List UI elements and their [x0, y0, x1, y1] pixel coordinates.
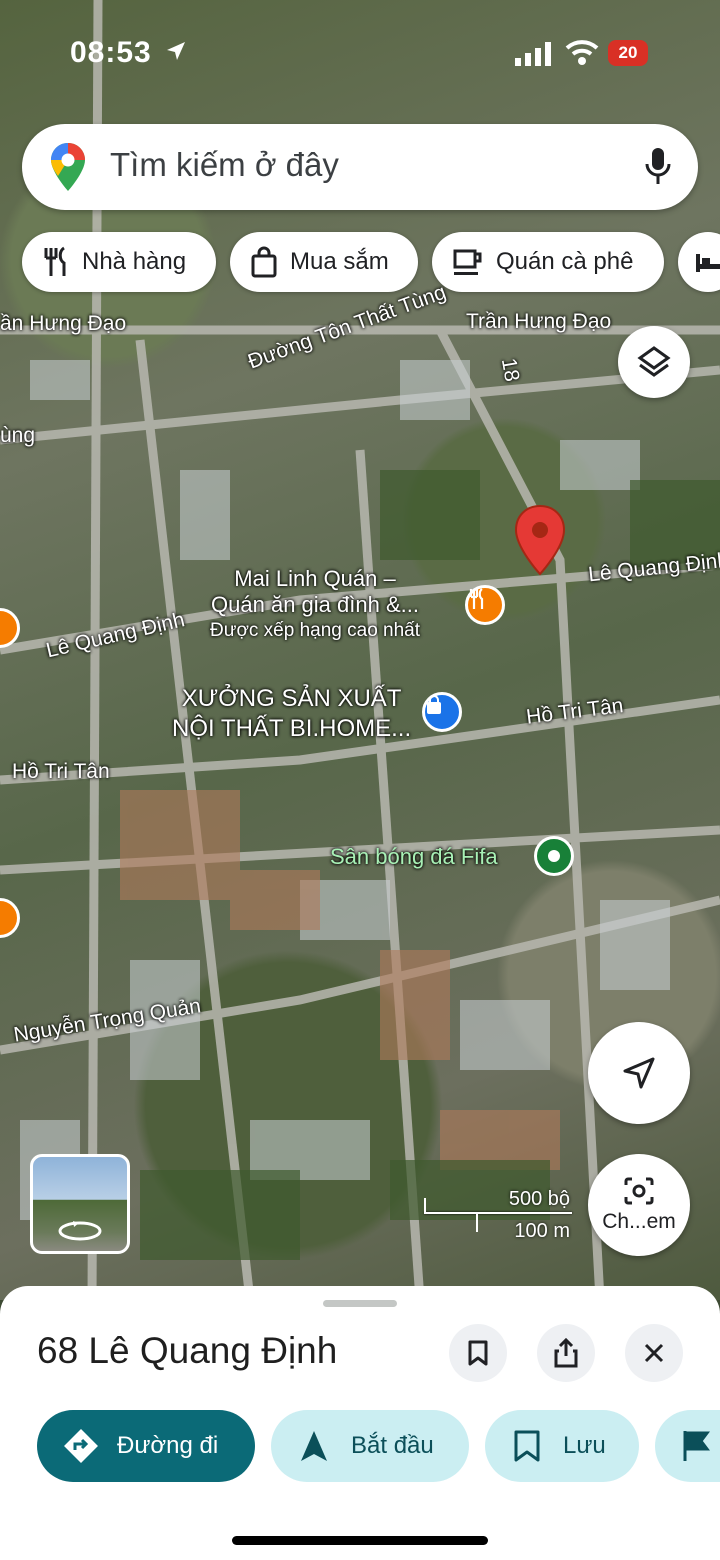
share-button[interactable]	[537, 1324, 595, 1382]
street-label: Hồ Tri Tân	[12, 760, 110, 783]
poi-shop-label[interactable]: XƯỞNG SẢN XUẤT NỘI THẤT BI.HOME...	[172, 684, 411, 744]
search-input[interactable]: Tìm kiếm ở đây	[110, 146, 339, 184]
poi-restaurant-line2: Quán ăn gia đình &...	[211, 592, 419, 617]
restaurant-icon	[44, 246, 66, 276]
search-bar[interactable]: Tìm kiếm ở đây	[22, 124, 698, 210]
camera-label: Ch...em	[602, 1210, 676, 1233]
map-layers-button[interactable]	[618, 326, 690, 398]
camera-icon	[624, 1177, 654, 1205]
location-arrow-icon	[165, 38, 187, 69]
directions-icon	[64, 1429, 98, 1463]
place-bottom-sheet[interactable]: 68 Lê Quang Định Đường đi Bắt đầu Lưu	[0, 1286, 720, 1560]
place-address: 68 Lê Quang Định	[37, 1330, 338, 1371]
hotel-bed-icon	[696, 254, 720, 272]
chip-coffee[interactable]: Quán cà phê	[432, 232, 664, 292]
navigation-arrow-icon	[301, 1431, 327, 1461]
poi-restaurant-label[interactable]: Mai Linh Quán – Quán ăn gia đình &... Đư…	[210, 566, 420, 644]
my-location-button[interactable]	[588, 1022, 690, 1124]
poi-stadium-label[interactable]: Sân bóng đá Fifa	[330, 844, 498, 870]
bookmark-icon	[468, 1340, 488, 1366]
close-icon	[644, 1343, 664, 1363]
chip-label: Nhà hàng	[82, 248, 187, 275]
shopping-bag-icon	[251, 246, 277, 278]
close-button[interactable]	[625, 1324, 683, 1382]
poi-restaurant-rating: Được xếp hạng cao nhất	[210, 620, 421, 641]
flag-icon	[683, 1431, 710, 1461]
layers-icon	[637, 346, 671, 377]
restaurant-marker-icon[interactable]	[465, 585, 505, 625]
status-time: 08:53	[70, 36, 152, 69]
scale-metric: 100 m	[514, 1220, 570, 1242]
bookmark-icon	[514, 1430, 540, 1462]
poi-restaurant-line1: Mai Linh Quán –	[234, 566, 396, 591]
chip-label: Quán cà phê	[496, 248, 634, 275]
save-label: Lưu	[563, 1432, 606, 1459]
poi-shop-line1: XƯỞNG SẢN XUẤT	[181, 685, 402, 712]
save-place-button[interactable]	[449, 1324, 507, 1382]
map-scale: 500 bộ 100 m	[424, 1188, 574, 1248]
coffee-icon	[453, 249, 482, 275]
street-view-thumbnail[interactable]	[30, 1154, 130, 1254]
save-button[interactable]: Lưu	[485, 1410, 639, 1482]
shopping-marker-icon[interactable]	[422, 692, 462, 732]
directions-label: Đường đi	[117, 1432, 219, 1459]
drag-handle[interactable]	[323, 1300, 397, 1307]
park-marker-icon[interactable]	[534, 836, 574, 876]
cellular-signal-icon	[515, 42, 553, 71]
microphone-icon[interactable]	[644, 146, 672, 191]
navigation-arrow-icon	[623, 1057, 655, 1089]
poi-shop-line2: NỘI THẤT BI.HOME...	[172, 715, 412, 742]
camera-search-button[interactable]: Ch...em	[588, 1154, 690, 1256]
start-button[interactable]: Bắt đầu	[271, 1410, 469, 1482]
label-button[interactable]	[655, 1410, 720, 1482]
wifi-icon	[565, 38, 599, 71]
home-indicator[interactable]	[232, 1536, 488, 1545]
street-label: ùng	[0, 424, 36, 447]
battery-indicator: 20	[608, 40, 648, 66]
directions-button[interactable]: Đường đi	[37, 1410, 255, 1482]
share-icon	[554, 1338, 578, 1368]
location-pin-icon[interactable]	[514, 504, 566, 576]
chip-shopping[interactable]: Mua sắm	[230, 232, 418, 292]
chip-label: Mua sắm	[290, 248, 389, 275]
google-maps-logo-icon	[50, 142, 86, 197]
chip-restaurants[interactable]: Nhà hàng	[22, 232, 216, 292]
scale-imperial: 500 bộ	[508, 1188, 570, 1210]
street-label: 18	[496, 356, 524, 384]
street-label: Trần Hưng Đạo	[466, 310, 612, 333]
status-bar: 08:53 20	[0, 30, 720, 80]
start-label: Bắt đầu	[351, 1432, 434, 1459]
street-label: ần Hưng Đạo	[0, 312, 127, 335]
rotate-360-icon	[58, 1221, 102, 1241]
